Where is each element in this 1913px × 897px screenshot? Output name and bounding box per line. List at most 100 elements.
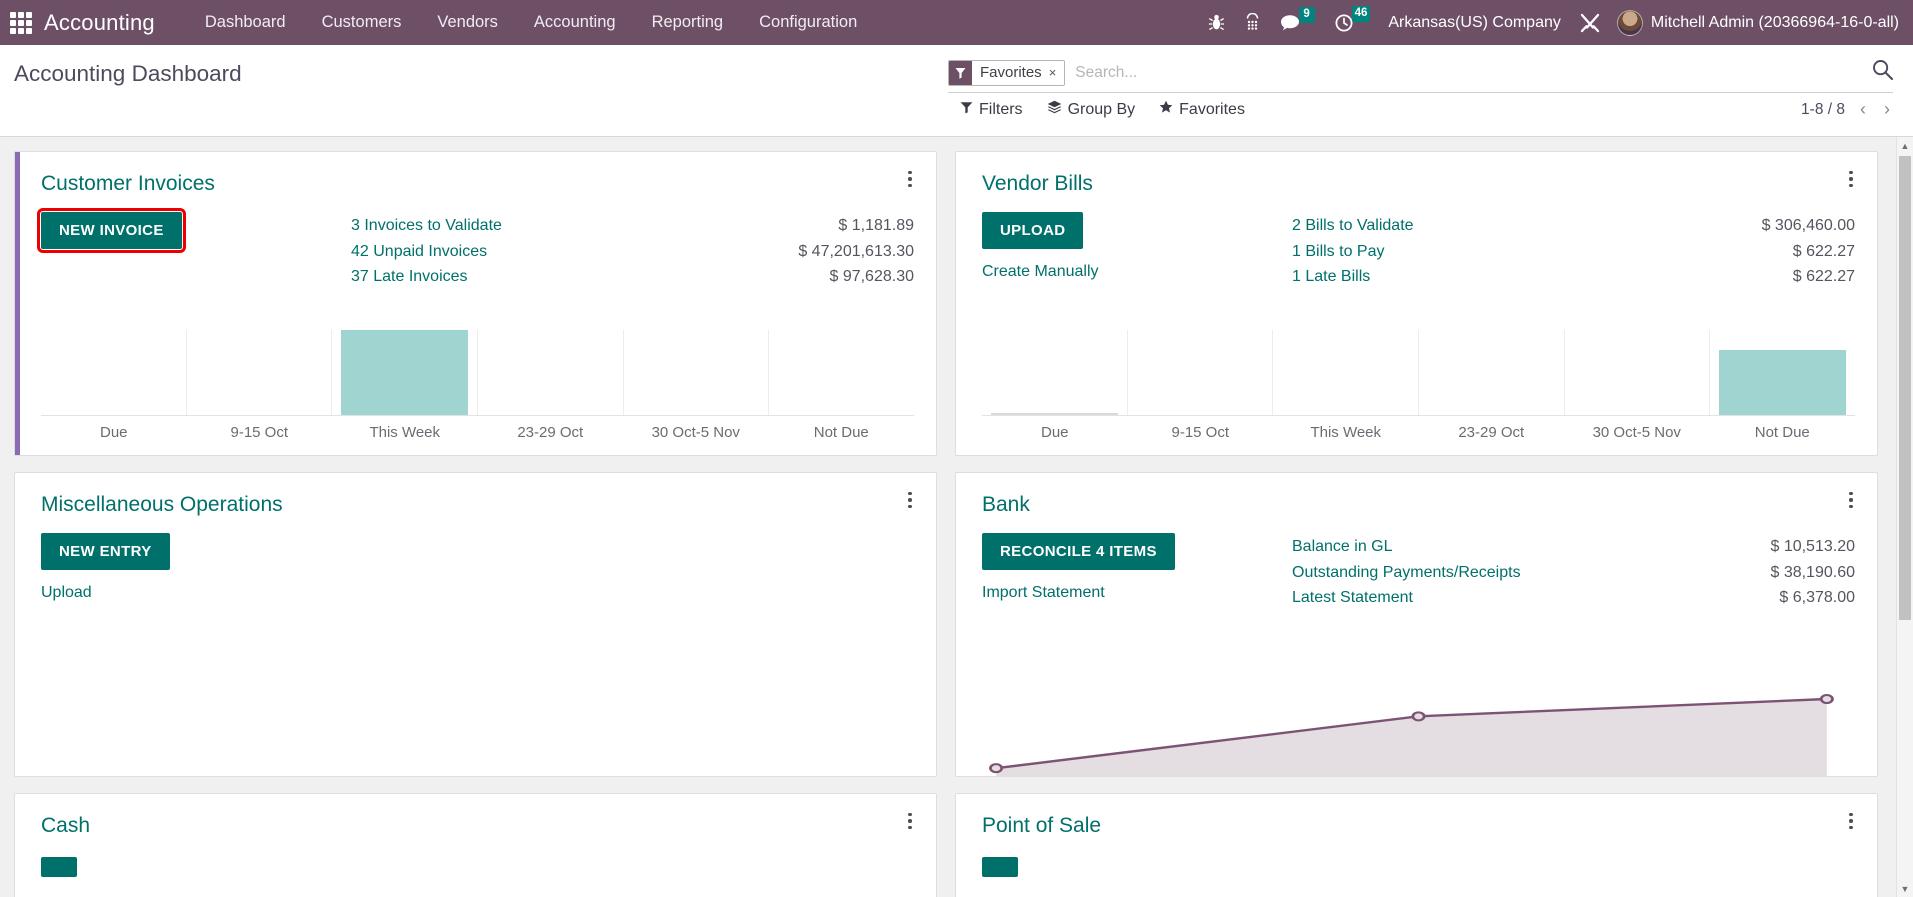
upload-button[interactable]: UPLOAD [982, 212, 1084, 249]
invoices-to-validate-link[interactable]: 3 Invoices to Validate [351, 214, 502, 239]
bills-to-validate-amount: $ 306,460.00 [1761, 217, 1855, 234]
create-manually-link[interactable]: Create Manually [982, 263, 1282, 281]
bills-to-pay-amount: $ 622.27 [1792, 242, 1855, 260]
import-statement-link[interactable]: Import Statement [982, 584, 1282, 602]
card-title-bank[interactable]: Bank [982, 493, 1855, 517]
bar-axis-labels: Due 9-15 Oct This Week 23-29 Oct 30 Oct-5 No… [41, 424, 914, 441]
scroll-down-arrow-icon[interactable]: ▼ [1897, 880, 1913, 897]
bills-to-pay-link[interactable]: 1 Bills to Pay [1292, 240, 1384, 265]
bar-axis-label: Not Due [813, 424, 869, 441]
search-facet-favorites[interactable]: Favorites × [948, 59, 1066, 86]
unpaid-invoices-link[interactable]: 42 Unpaid Invoices [351, 240, 487, 265]
upload-link[interactable]: Upload [41, 584, 341, 602]
balance-in-gl-link[interactable]: Balance in GL [1292, 535, 1393, 560]
reconcile-items-button[interactable]: RECONCILE 4 ITEMS [982, 533, 1175, 570]
bar-axis-label: This Week [369, 424, 441, 441]
main-menu: Dashboard Customers Vendors Accounting R… [187, 0, 875, 45]
activities-clock-icon[interactable]: 46 [1334, 5, 1371, 33]
late-invoices-link[interactable]: 37 Late Invoices [351, 265, 468, 290]
menu-item-configuration[interactable]: Configuration [741, 0, 875, 45]
bar-column [331, 330, 477, 415]
bar-column [1709, 330, 1855, 415]
messages-icon[interactable]: 9 [1280, 6, 1315, 32]
favorites-dropdown[interactable]: Favorites [1147, 97, 1257, 122]
bug-icon[interactable] [1208, 13, 1225, 32]
filter-funnel-icon [949, 60, 972, 85]
bank-data-point-1[interactable] [1411, 711, 1426, 722]
group-by-dropdown[interactable]: Group By [1035, 97, 1148, 122]
latest-statement-amount: $ 6,378.00 [1779, 589, 1855, 606]
card-menu-icon-cash[interactable] [902, 810, 918, 832]
pager: 1-8 / 8 ‹ › [1801, 99, 1893, 120]
control-panel: Accounting Dashboard Favorites × Search.… [0, 45, 1913, 137]
scrollbar-thumb[interactable] [1899, 156, 1911, 620]
card-menu-icon-customer-invoices[interactable] [902, 168, 918, 190]
card-title-point-of-sale[interactable]: Point of Sale [982, 814, 1855, 838]
kanban-grid: Customer Invoices NEW INVOICE 3 Invoices… [14, 151, 1878, 897]
menu-item-customers[interactable]: Customers [304, 0, 420, 45]
bar-column [1126, 330, 1273, 415]
bar-plot [41, 330, 914, 416]
bank-data-point-0[interactable] [989, 763, 1004, 774]
card-vendor-bills: Vendor Bills UPLOAD Create Manually 2 Bi… [955, 151, 1878, 456]
card-title-vendor-bills[interactable]: Vendor Bills [982, 172, 1855, 196]
pager-next-button[interactable]: › [1881, 99, 1893, 120]
new-entry-button[interactable]: NEW ENTRY [41, 533, 170, 570]
stat-row: 37 Late Invoices $ 97,628.30 [351, 265, 914, 290]
unpaid-invoices-amount: $ 47,201,613.30 [798, 242, 914, 260]
new-invoice-button[interactable]: NEW INVOICE [37, 208, 186, 253]
apps-grid-icon[interactable] [10, 11, 32, 34]
system-icons: 9 46 [1208, 5, 1371, 33]
tools-icon[interactable] [1579, 12, 1601, 34]
cash-primary-button[interactable] [41, 857, 77, 877]
card-menu-icon-bank[interactable] [1843, 489, 1859, 511]
company-switcher[interactable]: Arkansas(US) Company [1388, 14, 1561, 32]
bank-data-point-2[interactable] [1819, 694, 1834, 705]
latest-statement-link[interactable]: Latest Statement [1292, 586, 1413, 611]
card-title-cash[interactable]: Cash [41, 814, 914, 838]
outstanding-payments-link[interactable]: Outstanding Payments/Receipts [1292, 561, 1521, 586]
bar-this-week[interactable] [341, 330, 469, 415]
bar-due[interactable] [990, 413, 1118, 415]
late-bills-link[interactable]: 1 Late Bills [1292, 265, 1370, 290]
user-menu[interactable]: Mitchell Admin (20366964-16-0-all) [1616, 9, 1899, 36]
filters-dropdown[interactable]: Filters [948, 98, 1035, 122]
bar-not-due[interactable] [1719, 350, 1847, 415]
card-title-customer-invoices[interactable]: Customer Invoices [41, 172, 914, 196]
bar-axis-label: 23-29 Oct [1458, 424, 1525, 441]
bills-to-validate-link[interactable]: 2 Bills to Validate [1292, 214, 1414, 239]
bar-column [1272, 330, 1418, 415]
brand-title[interactable]: Accounting [44, 10, 155, 36]
bank-area-fill [996, 699, 1827, 776]
search-facet-remove-icon[interactable]: × [1049, 61, 1065, 85]
card-title-miscellaneous-operations[interactable]: Miscellaneous Operations [41, 493, 914, 517]
layers-icon [1047, 100, 1062, 119]
menu-item-accounting[interactable]: Accounting [516, 0, 634, 45]
bar-column [185, 330, 332, 415]
menu-item-dashboard[interactable]: Dashboard [187, 0, 304, 45]
stat-row: 2 Bills to Validate $ 306,460.00 [1292, 214, 1855, 239]
pager-previous-button[interactable]: ‹ [1857, 99, 1869, 120]
bar-axis-label: 9-15 Oct [1171, 424, 1230, 441]
bar-axis-labels: Due 9-15 Oct This Week 23-29 Oct 30 Oct-5 No… [982, 424, 1855, 441]
search-input[interactable] [1065, 63, 1866, 82]
scroll-up-arrow-icon[interactable]: ▲ [1897, 137, 1913, 154]
vertical-scrollbar[interactable]: ▲ ▼ [1896, 137, 1913, 897]
bar-column [768, 330, 914, 415]
card-stats-customer-invoices: 3 Invoices to Validate $ 1,181.89 42 Unp… [351, 212, 914, 291]
card-menu-icon-point-of-sale[interactable] [1843, 810, 1859, 832]
card-miscellaneous-operations: Miscellaneous Operations NEW ENTRY Uploa… [14, 472, 937, 777]
card-menu-icon-vendor-bills[interactable] [1843, 168, 1859, 190]
search-icon[interactable] [1866, 59, 1894, 86]
card-menu-icon-miscellaneous-operations[interactable] [902, 489, 918, 511]
dialpad-icon[interactable] [1244, 13, 1261, 32]
menu-item-reporting[interactable]: Reporting [634, 0, 742, 45]
bar-column [622, 330, 769, 415]
group-by-label: Group By [1067, 100, 1136, 118]
invoices-to-validate-amount: $ 1,181.89 [838, 217, 914, 234]
pos-primary-button[interactable] [982, 857, 1018, 877]
menu-item-vendors[interactable]: Vendors [419, 0, 516, 45]
bar-column [1563, 330, 1710, 415]
card-cash: Cash [14, 793, 937, 897]
stat-row: Outstanding Payments/Receipts $ 38,190.6… [1292, 561, 1855, 586]
